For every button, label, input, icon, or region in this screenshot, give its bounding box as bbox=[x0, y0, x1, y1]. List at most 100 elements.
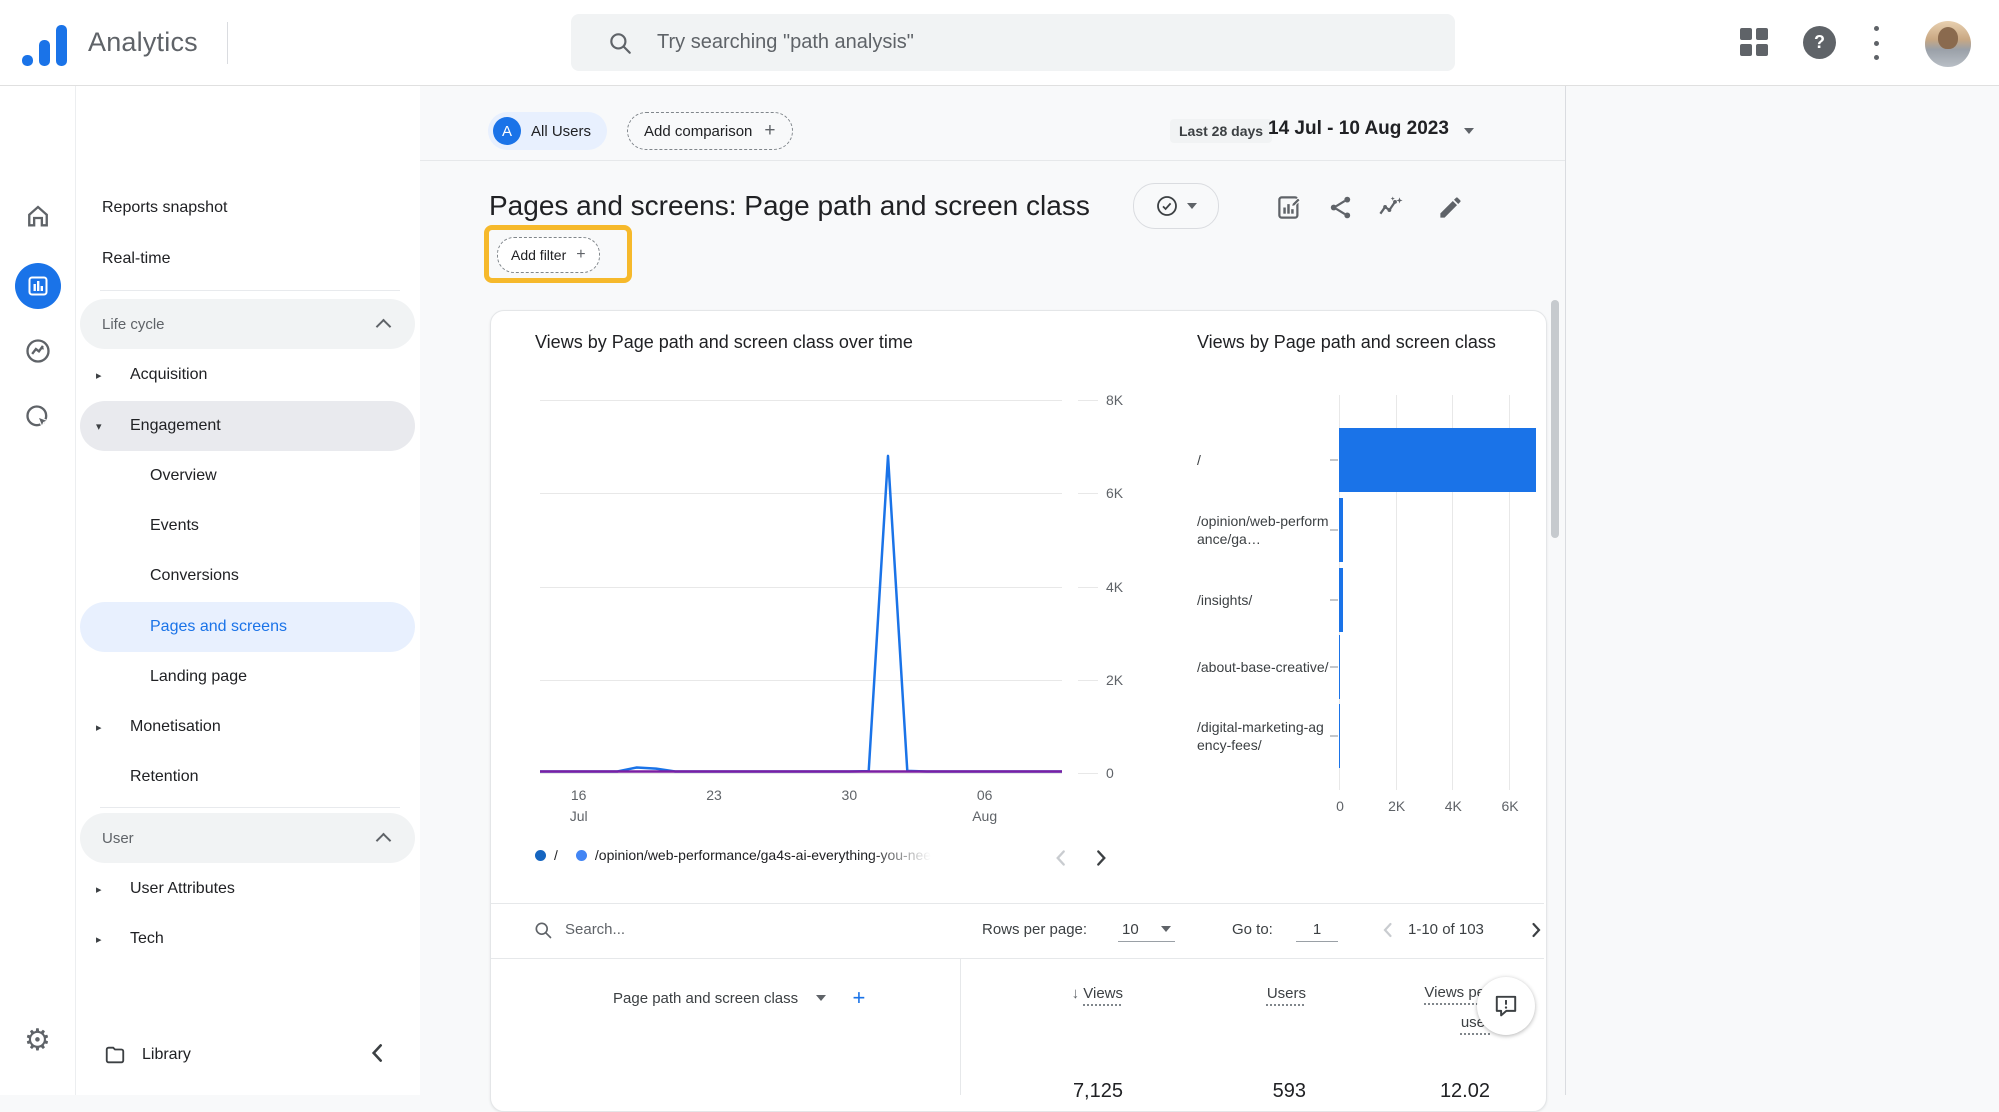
icon-rail: ⚙ bbox=[0, 85, 76, 1095]
chart-legend: / /opinion/web-performance/ga4s-ai-everyt… bbox=[535, 847, 949, 863]
rows-per-page-label: Rows per page: bbox=[982, 921, 1087, 938]
bar-axis-tick bbox=[1330, 735, 1338, 737]
line-chart-x-tick-label: 30 bbox=[842, 785, 858, 806]
legend-dot-icon bbox=[576, 850, 587, 861]
sidebar-item-label: Events bbox=[150, 517, 199, 535]
more-options-icon[interactable] bbox=[1874, 26, 1880, 60]
sidebar-item-library[interactable]: Library bbox=[80, 1030, 415, 1080]
sidebar-item-retention[interactable]: Retention bbox=[80, 752, 415, 802]
check-circle-icon bbox=[1155, 194, 1179, 218]
pagination-range: 1-10 of 103 bbox=[1408, 921, 1484, 938]
analytics-logo-icon[interactable] bbox=[22, 24, 74, 66]
legend-item[interactable]: /opinion/web-performance/ga4s-ai-everyth… bbox=[576, 847, 931, 863]
line-chart-gridline-right bbox=[1078, 587, 1098, 588]
sidebar-divider bbox=[100, 807, 400, 808]
segment-chip-all-users[interactable]: A All Users bbox=[488, 112, 607, 150]
feedback-button[interactable] bbox=[1477, 977, 1535, 1035]
table-header-divider bbox=[491, 958, 1544, 959]
admin-gear-icon[interactable]: ⚙ bbox=[0, 1023, 75, 1058]
sidebar-item-acquisition[interactable]: ▸Acquisition bbox=[80, 350, 415, 400]
explore-nav-icon[interactable] bbox=[0, 337, 75, 365]
bar-chart-title: Views by Page path and screen class bbox=[1197, 332, 1496, 353]
table-search-input[interactable]: Search... bbox=[565, 921, 625, 938]
users-column-header[interactable]: Users bbox=[1267, 985, 1306, 1002]
chevron-up-icon[interactable] bbox=[376, 833, 392, 849]
logo-dot bbox=[22, 55, 33, 66]
bar-category-label: /insights/ bbox=[1197, 591, 1329, 609]
sidebar-item-life-cycle[interactable]: Life cycle bbox=[80, 299, 415, 349]
edit-pencil-icon[interactable] bbox=[1437, 194, 1464, 221]
dimension-column-header[interactable]: Page path and screen class + bbox=[613, 985, 865, 1011]
sidebar-item-label: Retention bbox=[130, 768, 199, 786]
sidebar-item-tech[interactable]: ▸Tech bbox=[80, 914, 415, 964]
topbar-divider bbox=[227, 22, 228, 64]
date-preset-badge: Last 28 days bbox=[1170, 119, 1272, 143]
add-dimension-icon[interactable]: + bbox=[852, 985, 865, 1010]
sidebar-item-user-attributes[interactable]: ▸User Attributes bbox=[80, 864, 415, 914]
rows-caret-icon bbox=[1161, 926, 1171, 932]
next-page-icon[interactable] bbox=[1524, 918, 1548, 942]
line-chart-x-tick-label: 16Jul bbox=[570, 785, 588, 827]
sidebar-item-label: Overview bbox=[150, 467, 217, 485]
sidebar-item-pages-and-screens[interactable]: Pages and screens bbox=[80, 602, 415, 652]
legend-item[interactable]: / bbox=[535, 847, 558, 863]
views-header-label: Views bbox=[1083, 985, 1123, 1002]
share-icon[interactable] bbox=[1327, 194, 1354, 221]
insights-icon[interactable] bbox=[1377, 194, 1404, 221]
customize-report-icon[interactable] bbox=[1276, 194, 1303, 221]
apps-grid-icon[interactable] bbox=[1740, 28, 1768, 56]
users-header-label: Users bbox=[1267, 985, 1306, 1002]
line-chart-gridline-right bbox=[1078, 680, 1098, 681]
user-avatar[interactable] bbox=[1925, 21, 1971, 67]
total-views: 7,125 bbox=[1073, 1080, 1123, 1103]
line-chart-gridline-right bbox=[1078, 493, 1098, 494]
collapsed-caret-icon: ▸ bbox=[96, 883, 130, 896]
views-column-header[interactable]: ↓ Views bbox=[1072, 985, 1123, 1002]
sidebar-item-label: Engagement bbox=[130, 417, 221, 435]
chevron-up-icon[interactable] bbox=[376, 319, 392, 335]
date-caret-icon bbox=[1464, 128, 1474, 134]
sidebar-item-engagement[interactable]: ▾Engagement bbox=[80, 401, 415, 451]
rows-per-page-select[interactable]: 10 bbox=[1118, 921, 1175, 942]
rows-per-page-value: 10 bbox=[1122, 921, 1139, 938]
add-comparison-label: Add comparison bbox=[644, 123, 752, 140]
goto-label: Go to: bbox=[1232, 921, 1273, 938]
line-series-home bbox=[540, 456, 1062, 772]
goto-input[interactable]: 1 bbox=[1296, 921, 1338, 942]
folder-icon bbox=[104, 1044, 126, 1066]
sidebar-item-monetisation[interactable]: ▸Monetisation bbox=[80, 702, 415, 752]
prev-page-icon[interactable] bbox=[1376, 918, 1400, 942]
reports-nav-icon[interactable] bbox=[0, 263, 75, 309]
line-chart-gridline-right bbox=[1078, 400, 1098, 401]
help-icon[interactable]: ? bbox=[1803, 26, 1836, 59]
report-validity-pill[interactable] bbox=[1133, 183, 1219, 229]
line-chart-y-tick-label: 2K bbox=[1106, 672, 1123, 688]
line-chart-gridline bbox=[540, 773, 1062, 774]
vertical-scrollbar[interactable] bbox=[1551, 300, 1559, 538]
add-comparison-button[interactable]: Add comparison + bbox=[627, 112, 793, 150]
home-icon[interactable] bbox=[0, 202, 75, 230]
legend-prev-icon[interactable] bbox=[1048, 845, 1074, 871]
sidebar-item-label: Real-time bbox=[102, 250, 170, 268]
advertising-nav-icon[interactable] bbox=[0, 403, 75, 431]
bar-value bbox=[1339, 568, 1343, 632]
date-range-picker[interactable]: 14 Jul - 10 Aug 2023 bbox=[1268, 118, 1449, 140]
sidebar-item-events[interactable]: Events bbox=[80, 501, 415, 551]
sidebar-item-overview[interactable]: Overview bbox=[80, 451, 415, 501]
sidebar-item-reports-snapshot[interactable]: Reports snapshot bbox=[80, 183, 415, 233]
add-filter-button[interactable]: Add filter + bbox=[497, 237, 600, 273]
line-chart-gridline-right bbox=[1078, 773, 1098, 774]
sidebar-item-landing-page[interactable]: Landing page bbox=[80, 652, 415, 702]
pill-caret-icon bbox=[1187, 203, 1197, 209]
legend-next-icon[interactable] bbox=[1088, 845, 1114, 871]
sidebar-item-real-time[interactable]: Real-time bbox=[80, 234, 415, 284]
sidebar-item-label: Library bbox=[142, 1046, 191, 1064]
sidebar-item-conversions[interactable]: Conversions bbox=[80, 551, 415, 601]
sidebar-item-user[interactable]: User bbox=[80, 813, 415, 863]
sidebar-item-label: Conversions bbox=[150, 567, 239, 585]
sidebar-item-label: User bbox=[102, 830, 134, 847]
line-chart-title: Views by Page path and screen class over… bbox=[535, 332, 913, 353]
table-search-icon bbox=[533, 920, 553, 940]
table-top-divider bbox=[491, 903, 1544, 904]
global-search-input[interactable]: Try searching "path analysis" bbox=[571, 14, 1455, 71]
